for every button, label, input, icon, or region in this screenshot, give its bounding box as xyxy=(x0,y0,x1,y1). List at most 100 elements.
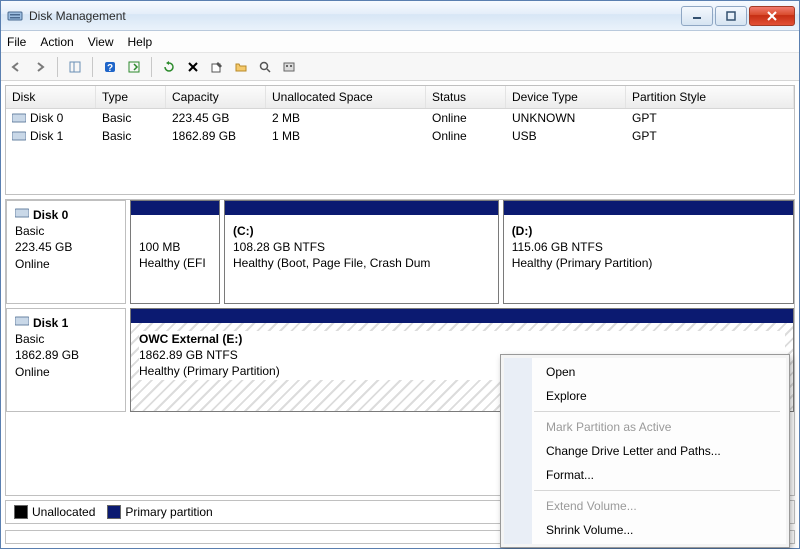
partition-name: OWC External (E:) xyxy=(139,331,779,347)
disk-icon xyxy=(12,130,26,142)
menu-view[interactable]: View xyxy=(88,35,114,49)
minimize-button[interactable] xyxy=(681,6,713,26)
list-header: Disk Type Capacity Unallocated Space Sta… xyxy=(6,86,794,109)
cell-capacity: 1862.89 GB xyxy=(166,127,266,145)
disk-name-text: Disk 1 xyxy=(30,129,63,143)
disk-type: Basic xyxy=(15,223,117,239)
legend-unallocated: Unallocated xyxy=(14,505,95,519)
disk-name-text: Disk 0 xyxy=(30,111,63,125)
cell-disk: Disk 1 xyxy=(6,127,96,145)
cell-disk: Disk 0 xyxy=(6,109,96,127)
legend-primary: Primary partition xyxy=(107,505,212,519)
disk-list-row[interactable]: Disk 0 Basic 223.45 GB 2 MB Online UNKNO… xyxy=(6,109,794,127)
disk-management-icon xyxy=(7,8,23,24)
cell-unallocated: 1 MB xyxy=(266,127,426,145)
menu-mark-active[interactable]: Mark Partition as Active xyxy=(532,415,786,439)
col-disk[interactable]: Disk xyxy=(6,86,96,108)
partition-stripe xyxy=(504,201,793,215)
menu-change-drive-letter[interactable]: Change Drive Letter and Paths... xyxy=(532,439,786,463)
cell-capacity: 223.45 GB xyxy=(166,109,266,127)
cell-device: UNKNOWN xyxy=(506,109,626,127)
disk-name: Disk 0 xyxy=(33,207,68,223)
partition-size: 115.06 GB NTFS xyxy=(512,239,785,255)
partition-stripe xyxy=(131,201,219,215)
show-hide-tree-button[interactable] xyxy=(64,56,86,78)
delete-button[interactable] xyxy=(182,56,204,78)
disk-status: Online xyxy=(15,256,117,272)
settings-button[interactable] xyxy=(278,56,300,78)
menu-action[interactable]: Action xyxy=(40,35,73,49)
swatch-black-icon xyxy=(14,505,28,519)
help-button[interactable]: ? xyxy=(99,56,121,78)
disk-icon xyxy=(15,207,29,223)
col-device[interactable]: Device Type xyxy=(506,86,626,108)
partition-strip: 100 MB Healthy (EFI (C:) 108.28 GB NTFS … xyxy=(126,200,794,304)
context-menu: Open Explore Mark Partition as Active Ch… xyxy=(500,354,790,548)
titlebar: Disk Management xyxy=(1,1,799,31)
maximize-button[interactable] xyxy=(715,6,747,26)
back-button[interactable] xyxy=(5,56,27,78)
toolbar-separator xyxy=(92,57,93,77)
partition-status: Healthy (Primary Partition) xyxy=(512,255,785,271)
partition-name: (D:) xyxy=(512,223,785,239)
disk-type: Basic xyxy=(15,331,117,347)
disk-header[interactable]: Disk 1 Basic 1862.89 GB Online xyxy=(6,308,126,412)
cell-device: USB xyxy=(506,127,626,145)
view-button[interactable] xyxy=(123,56,145,78)
partition-c[interactable]: (C:) 108.28 GB NTFS Healthy (Boot, Page … xyxy=(224,200,499,304)
menu-separator xyxy=(534,411,780,412)
partition-status: Healthy (EFI xyxy=(139,255,211,271)
col-partition-style[interactable]: Partition Style xyxy=(626,86,794,108)
menu-explore[interactable]: Explore xyxy=(532,384,786,408)
legend-unallocated-label: Unallocated xyxy=(32,505,95,519)
cell-unallocated: 2 MB xyxy=(266,109,426,127)
cell-pstyle: GPT xyxy=(626,109,794,127)
svg-text:?: ? xyxy=(107,63,113,74)
graphical-disk-row: Disk 0 Basic 223.45 GB Online 100 MB Hea… xyxy=(6,200,794,308)
partition-size: 108.28 GB NTFS xyxy=(233,239,490,255)
cell-status: Online xyxy=(426,127,506,145)
cell-type: Basic xyxy=(96,109,166,127)
disk-name: Disk 1 xyxy=(33,315,68,331)
window-title: Disk Management xyxy=(29,9,681,23)
menu-bar: File Action View Help xyxy=(1,31,799,53)
search-button[interactable] xyxy=(254,56,276,78)
col-unallocated[interactable]: Unallocated Space xyxy=(266,86,426,108)
disk-size: 223.45 GB xyxy=(15,239,117,255)
menu-separator xyxy=(534,490,780,491)
menu-file[interactable]: File xyxy=(7,35,26,49)
menu-shrink-volume[interactable]: Shrink Volume... xyxy=(532,518,786,542)
window-buttons xyxy=(681,6,795,26)
menu-help[interactable]: Help xyxy=(128,35,153,49)
partition-size: 100 MB xyxy=(139,239,211,255)
col-status[interactable]: Status xyxy=(426,86,506,108)
col-type[interactable]: Type xyxy=(96,86,166,108)
disk-size: 1862.89 GB xyxy=(15,347,117,363)
partition-d[interactable]: (D:) 115.06 GB NTFS Healthy (Primary Par… xyxy=(503,200,794,304)
swatch-blue-icon xyxy=(107,505,121,519)
partition-status: Healthy (Boot, Page File, Crash Dum xyxy=(233,255,490,271)
partition-efi[interactable]: 100 MB Healthy (EFI xyxy=(130,200,220,304)
close-button[interactable] xyxy=(749,6,795,26)
col-capacity[interactable]: Capacity xyxy=(166,86,266,108)
partition-stripe xyxy=(131,309,793,323)
menu-format[interactable]: Format... xyxy=(532,463,786,487)
refresh-button[interactable] xyxy=(158,56,180,78)
cell-type: Basic xyxy=(96,127,166,145)
menu-extend-volume[interactable]: Extend Volume... xyxy=(532,494,786,518)
toolbar-separator xyxy=(151,57,152,77)
partition-stripe xyxy=(225,201,498,215)
disk-icon xyxy=(15,315,29,331)
forward-button[interactable] xyxy=(29,56,51,78)
cell-pstyle: GPT xyxy=(626,127,794,145)
toolbar: ? xyxy=(1,53,799,81)
menu-open[interactable]: Open xyxy=(532,360,786,384)
open-folder-button[interactable] xyxy=(230,56,252,78)
disk-list-row[interactable]: Disk 1 Basic 1862.89 GB 1 MB Online USB … xyxy=(6,127,794,145)
disk-icon xyxy=(12,112,26,124)
legend-primary-label: Primary partition xyxy=(125,505,212,519)
disk-header[interactable]: Disk 0 Basic 223.45 GB Online xyxy=(6,200,126,304)
toolbar-separator xyxy=(57,57,58,77)
properties-button[interactable] xyxy=(206,56,228,78)
partition-name: (C:) xyxy=(233,223,490,239)
